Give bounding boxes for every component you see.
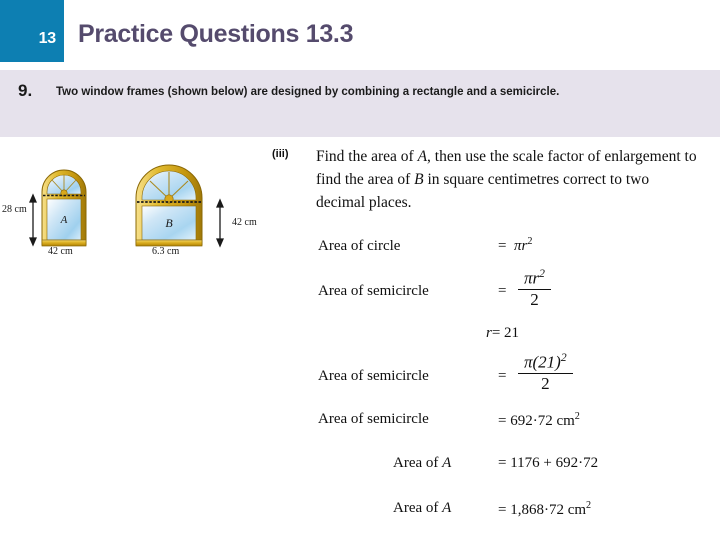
- question-text: Two window frames (shown below) are desi…: [56, 86, 560, 98]
- math-row-4-fraction: π(21)2 2: [518, 351, 573, 393]
- shape-a-symbol: A: [442, 500, 452, 516]
- math-row-2-equals: =: [498, 283, 507, 299]
- math-row-2-label: Area of semicircle: [318, 283, 429, 299]
- question-number: 9.: [18, 81, 33, 100]
- window-b-width-label: 6.3 cm: [152, 246, 180, 257]
- math-row-7-label: Area of A: [393, 500, 451, 517]
- denominator-2: 2: [541, 373, 550, 393]
- math-row-4-equals: =: [498, 368, 507, 384]
- page-title: Practice Questions 13.3: [78, 20, 354, 48]
- window-a-height-label: 28 cm: [2, 204, 27, 215]
- part-text-segment-1: Find the area of: [316, 148, 418, 165]
- math-row-7-value: = 1,868·72 cm2: [498, 500, 591, 519]
- math-row-2-fraction: πr2 2: [518, 267, 551, 309]
- exponent-2: 2: [574, 411, 580, 422]
- exponent-2: 2: [527, 236, 533, 247]
- math-row-3-radius-value: r= 21: [486, 325, 519, 342]
- math-row-1-equals: =: [498, 238, 507, 254]
- shape-a-symbol: A: [442, 455, 452, 471]
- window-b-height-label: 42 cm: [232, 217, 257, 228]
- math-row-6-value: = 1176 + 692·72: [498, 455, 599, 471]
- pi-symbol: π: [514, 238, 522, 254]
- chapter-number-badge: 13: [0, 0, 64, 62]
- denominator-2: 2: [530, 289, 539, 309]
- window-a-glass-label: A: [60, 214, 68, 226]
- page-header: 13 Practice Questions 13.3: [0, 0, 720, 66]
- window-frames-diagram: A B 28 cm 42 cm 42 cm 6.3 cm: [0, 137, 300, 257]
- window-b-height-arrow: [216, 198, 224, 248]
- exponent-2: 2: [560, 351, 567, 364]
- chapter-number-label: 13: [38, 30, 57, 47]
- part-label: (iii): [272, 148, 289, 160]
- pi-symbol: π: [524, 268, 533, 288]
- window-a-width-label: 42 cm: [48, 246, 73, 257]
- part-question-text: Find the area of A, then use the scale f…: [316, 145, 698, 214]
- math-row-6-label: Area of A: [393, 455, 451, 472]
- math-row-1-label: Area of circle: [318, 238, 401, 254]
- window-b-glass-label: B: [165, 216, 173, 230]
- part-variable-a: A: [417, 148, 428, 165]
- window-b-graphic: B: [135, 164, 203, 247]
- question-band: 9. Two window frames (shown below) are d…: [0, 70, 720, 137]
- math-row-4-label: Area of semicircle: [318, 368, 429, 384]
- math-row-1-value: πr2: [514, 236, 532, 255]
- window-frames-svg: A B: [29, 164, 224, 248]
- area-of-text: Area of: [393, 455, 443, 471]
- radius-equals-value: = 21: [491, 325, 520, 341]
- area-a-final-value: = 1,868·72 cm: [498, 502, 587, 518]
- math-row-5-value: = 692·72 cm2: [498, 411, 580, 430]
- semicircle-area-value: = 692·72 cm: [498, 413, 575, 429]
- math-row-5-label: Area of semicircle: [318, 411, 429, 427]
- part-variable-b: B: [414, 171, 424, 188]
- pi-21-expression: π(21): [524, 352, 561, 372]
- window-a-graphic: A: [41, 169, 87, 247]
- exponent-2: 2: [586, 500, 592, 511]
- area-of-text: Area of: [393, 500, 443, 516]
- window-a-height-arrow: [29, 193, 37, 247]
- exponent-2: 2: [539, 267, 545, 280]
